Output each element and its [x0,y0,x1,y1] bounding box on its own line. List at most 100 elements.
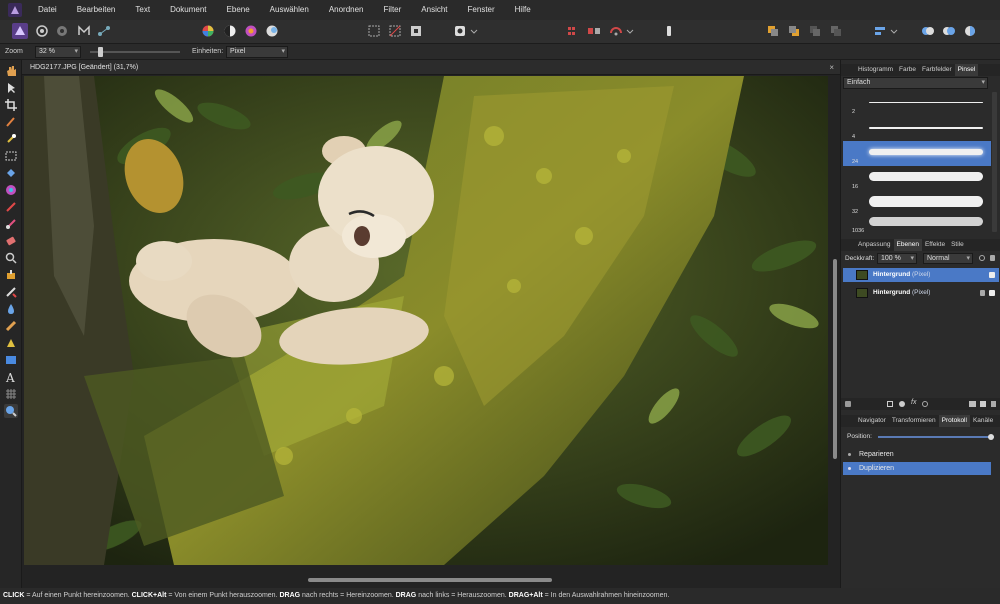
layer-lock-icon[interactable] [980,290,985,296]
hsl-icon[interactable] [243,23,259,39]
adjustment-layer-icon[interactable] [899,401,905,407]
mask-layer-icon[interactable] [887,401,893,407]
contrast-icon[interactable] [222,23,238,39]
rectangle-tool-icon[interactable] [4,353,18,367]
arrange-bottom-icon[interactable] [828,23,844,39]
menu-auswaehlen[interactable]: Auswählen [260,0,319,20]
delete-layer-icon[interactable] [991,401,996,407]
pen-tool-icon[interactable] [4,336,18,350]
selection-brush-icon[interactable] [4,115,18,129]
tab-farbfelder[interactable]: Farbfelder [919,64,955,76]
white-balance-icon[interactable] [264,23,280,39]
tab-pinsel[interactable]: Pinsel [954,64,979,76]
boolean-subtract-icon[interactable] [941,23,957,39]
layer-visibility-checkbox[interactable] [989,290,995,296]
info-icon[interactable] [661,23,677,39]
move-tool-icon[interactable] [4,81,18,95]
brush-item[interactable]: 4 [843,116,991,141]
text-tool-icon[interactable]: A [4,370,18,385]
menu-datei[interactable]: Datei [28,0,67,20]
brush-item[interactable]: 1036 [843,211,991,235]
menu-anordnen[interactable]: Anordnen [319,0,374,20]
tab-navigator[interactable]: Navigator [855,415,889,427]
tab-stile[interactable]: Stile [948,239,967,251]
live-filter-icon[interactable] [922,401,928,407]
select-marquee-icon[interactable] [366,23,382,39]
deselect-icon[interactable] [387,23,403,39]
zoom-tool-icon-2[interactable] [4,251,18,265]
tab-anpassung[interactable]: Anpassung [855,239,894,251]
tab-histogramm[interactable]: Histogramm [855,64,896,76]
erase-brush-icon[interactable] [4,234,18,248]
lock-icon[interactable] [990,255,995,261]
brush-category-combo[interactable]: Einfach [843,77,988,89]
align-icon[interactable] [872,23,888,39]
menu-bearbeiten[interactable]: Bearbeiten [67,0,126,20]
liquify-persona-icon[interactable] [34,23,50,39]
boolean-add-icon[interactable] [920,23,936,39]
align-dropdown-icon[interactable] [890,23,898,39]
tab-kanaele[interactable]: Kanäle [970,415,996,427]
zoom-combo[interactable]: 32 % [35,46,81,58]
grid-icon[interactable] [565,23,581,39]
history-item-selected[interactable]: Duplizieren [843,462,991,475]
quick-mask-icon[interactable] [452,23,468,39]
menu-filter[interactable]: Filter [374,0,412,20]
zoom-tool-icon[interactable] [4,404,18,418]
develop-persona-icon[interactable] [54,23,70,39]
opacity-combo[interactable]: 100 % [877,253,917,264]
document-close-icon[interactable]: × [829,60,834,75]
tab-farbe[interactable]: Farbe [896,64,919,76]
arrange-forward-icon[interactable] [765,23,781,39]
layer-row-selected[interactable]: Hintergrund (Pixel) [843,268,999,282]
tone-mapping-persona-icon[interactable] [76,23,92,39]
menu-fenster[interactable]: Fenster [458,0,505,20]
history-item[interactable]: Reparieren [843,448,991,461]
tab-ebenen[interactable]: Ebenen [893,239,922,251]
gradient-tool-icon[interactable] [4,183,18,197]
marquee-tool-icon[interactable] [4,149,18,163]
assistant-dropdown-icon[interactable] [626,23,634,39]
arrange-back-icon[interactable] [786,23,802,39]
zoom-slider-handle[interactable] [98,47,103,57]
layer-settings-icon[interactable] [979,255,985,261]
invert-selection-icon[interactable] [408,23,424,39]
tab-protokoll[interactable]: Protokoll [938,415,970,427]
add-layer-icon[interactable] [980,401,986,407]
brush-item[interactable]: 16 [843,166,991,191]
brushes-scrollbar[interactable] [992,92,997,232]
document-canvas[interactable] [24,76,828,565]
assistant-icon[interactable] [608,23,624,39]
flood-fill-icon[interactable] [4,166,18,180]
horizontal-scrollbar[interactable] [24,575,828,585]
horizontal-scroll-thumb[interactable] [308,578,552,582]
tab-transformieren[interactable]: Transformieren [889,415,939,427]
clone-tool-icon[interactable] [4,268,18,282]
layer-visibility-checkbox[interactable] [989,272,995,278]
menu-dokument[interactable]: Dokument [160,0,216,20]
hand-tool-icon[interactable] [4,64,18,78]
mirror-icon[interactable] [586,23,602,39]
blur-brush-icon[interactable] [4,302,18,316]
color-replacement-icon[interactable] [4,217,18,231]
blend-mode-combo[interactable]: Normal [923,253,973,264]
units-combo[interactable]: Pixel [226,46,288,58]
vertical-scrollbar[interactable] [830,76,839,565]
export-persona-icon[interactable] [96,23,112,39]
photo-persona-icon[interactable] [12,23,28,39]
group-layers-icon[interactable] [969,401,976,407]
document-tab[interactable]: HDG2177.JPG [Geändert] (31,7%) × [22,60,840,75]
brush-item[interactable]: 2 [843,91,991,116]
layer-row[interactable]: Hintergrund (Pixel) [843,286,999,300]
layers-menu-icon[interactable] [845,401,851,407]
menu-hilfe[interactable]: Hilfe [505,0,541,20]
color-wheel-icon[interactable] [200,23,216,39]
vertical-scroll-thumb[interactable] [833,259,837,459]
tab-effekte[interactable]: Effekte [922,239,948,251]
history-position-handle[interactable] [988,434,994,440]
dodge-brush-icon[interactable] [4,319,18,333]
crop-tool-icon[interactable] [4,98,18,112]
zoom-slider[interactable] [90,47,180,57]
menu-text[interactable]: Text [125,0,160,20]
history-position-slider[interactable] [878,434,994,440]
